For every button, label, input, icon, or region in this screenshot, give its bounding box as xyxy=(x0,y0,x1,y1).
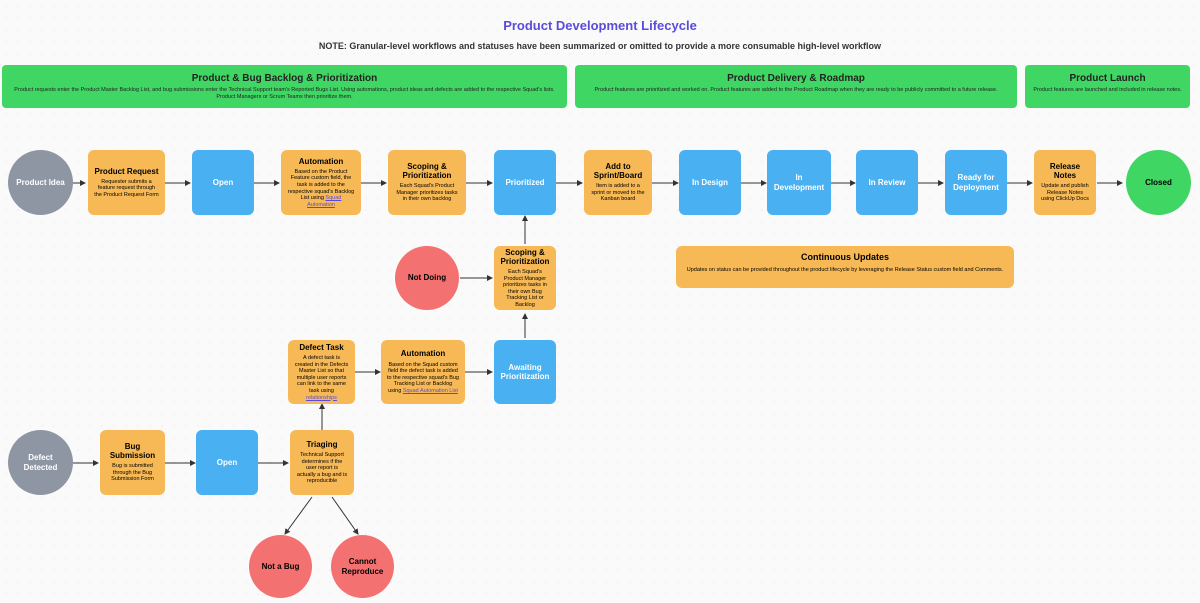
node-awaiting-prioritization: Awaiting Prioritization xyxy=(494,340,556,404)
desc: Each Squad's Product Manager prioritizes… xyxy=(500,269,550,309)
label: Scoping & Prioritization xyxy=(394,162,460,180)
label: Product Idea xyxy=(16,178,64,187)
desc: Each Squad's Product Manager prioritizes… xyxy=(394,183,460,203)
node-closed: Closed xyxy=(1126,150,1191,215)
label: Scoping & Prioritization xyxy=(500,248,550,266)
node-product-request: Product Request Requester submits a feat… xyxy=(88,150,165,215)
desc: Update and publish Release Notes using C… xyxy=(1040,183,1090,203)
label: Open xyxy=(213,178,233,187)
desc: Based on the Squad custom field the defe… xyxy=(387,362,459,395)
node-automation-2: Automation Based on the Squad custom fie… xyxy=(381,340,465,404)
desc: Requester submits a feature request thro… xyxy=(94,179,159,199)
label: Awaiting Prioritization xyxy=(500,363,550,381)
label: Defect Task xyxy=(299,343,343,352)
node-not-doing: Not Doing xyxy=(395,246,459,310)
desc: Bug is submitted through the Bug Submiss… xyxy=(106,463,159,483)
desc: A defect task is created in the Defects … xyxy=(294,355,349,401)
node-prioritized: Prioritized xyxy=(494,150,556,215)
label: Not a Bug xyxy=(262,562,300,571)
node-not-a-bug: Not a Bug xyxy=(249,535,312,598)
connector-arrows xyxy=(0,0,1200,603)
node-in-development: In Development xyxy=(767,150,831,215)
desc: Based on the Product Feature custom fiel… xyxy=(287,169,355,209)
node-in-review: In Review xyxy=(856,150,918,215)
label: Automation xyxy=(299,157,343,166)
label: Automation xyxy=(401,349,445,358)
label: Prioritized xyxy=(505,178,544,187)
label: Closed xyxy=(1145,178,1172,187)
label: Triaging xyxy=(306,440,337,449)
node-add-to-sprint: Add to Sprint/Board Item is added to a s… xyxy=(584,150,652,215)
node-product-idea: Product Idea xyxy=(8,150,73,215)
label: Not Doing xyxy=(408,273,446,282)
desc: Technical Support determines if the user… xyxy=(296,452,348,485)
label: In Development xyxy=(773,173,825,191)
node-open-1: Open xyxy=(192,150,254,215)
label: Cannot Reproduce xyxy=(337,557,388,575)
node-open-2: Open xyxy=(196,430,258,495)
node-continuous-updates: Continuous Updates Updates on status can… xyxy=(676,246,1014,288)
node-bug-submission: Bug Submission Bug is submitted through … xyxy=(100,430,165,495)
node-defect-task: Defect Task A defect task is created in … xyxy=(288,340,355,404)
label: In Design xyxy=(692,178,728,187)
desc: Item is added to a sprint or moved to th… xyxy=(590,183,646,203)
node-cannot-reproduce: Cannot Reproduce xyxy=(331,535,394,598)
node-defect-detected: Defect Detected xyxy=(8,430,73,495)
label: Add to Sprint/Board xyxy=(590,162,646,180)
label: Defect Detected xyxy=(14,453,67,471)
label: Continuous Updates xyxy=(686,252,1004,262)
label: Product Request xyxy=(94,167,158,176)
label: Ready for Deployment xyxy=(951,173,1001,191)
label: Bug Submission xyxy=(106,442,159,460)
desc: Updates on status can be provided throug… xyxy=(686,267,1004,273)
node-automation-1: Automation Based on the Product Feature … xyxy=(281,150,361,215)
label: In Review xyxy=(869,178,906,187)
label: Release Notes xyxy=(1040,162,1090,180)
node-scoping-1: Scoping & Prioritization Each Squad's Pr… xyxy=(388,150,466,215)
node-scoping-2: Scoping & Prioritization Each Squad's Pr… xyxy=(494,246,556,310)
label: Open xyxy=(217,458,237,467)
node-in-design: In Design xyxy=(679,150,741,215)
node-release-notes: Release Notes Update and publish Release… xyxy=(1034,150,1096,215)
node-triaging: Triaging Technical Support determines if… xyxy=(290,430,354,495)
node-ready-for-deployment: Ready for Deployment xyxy=(945,150,1007,215)
